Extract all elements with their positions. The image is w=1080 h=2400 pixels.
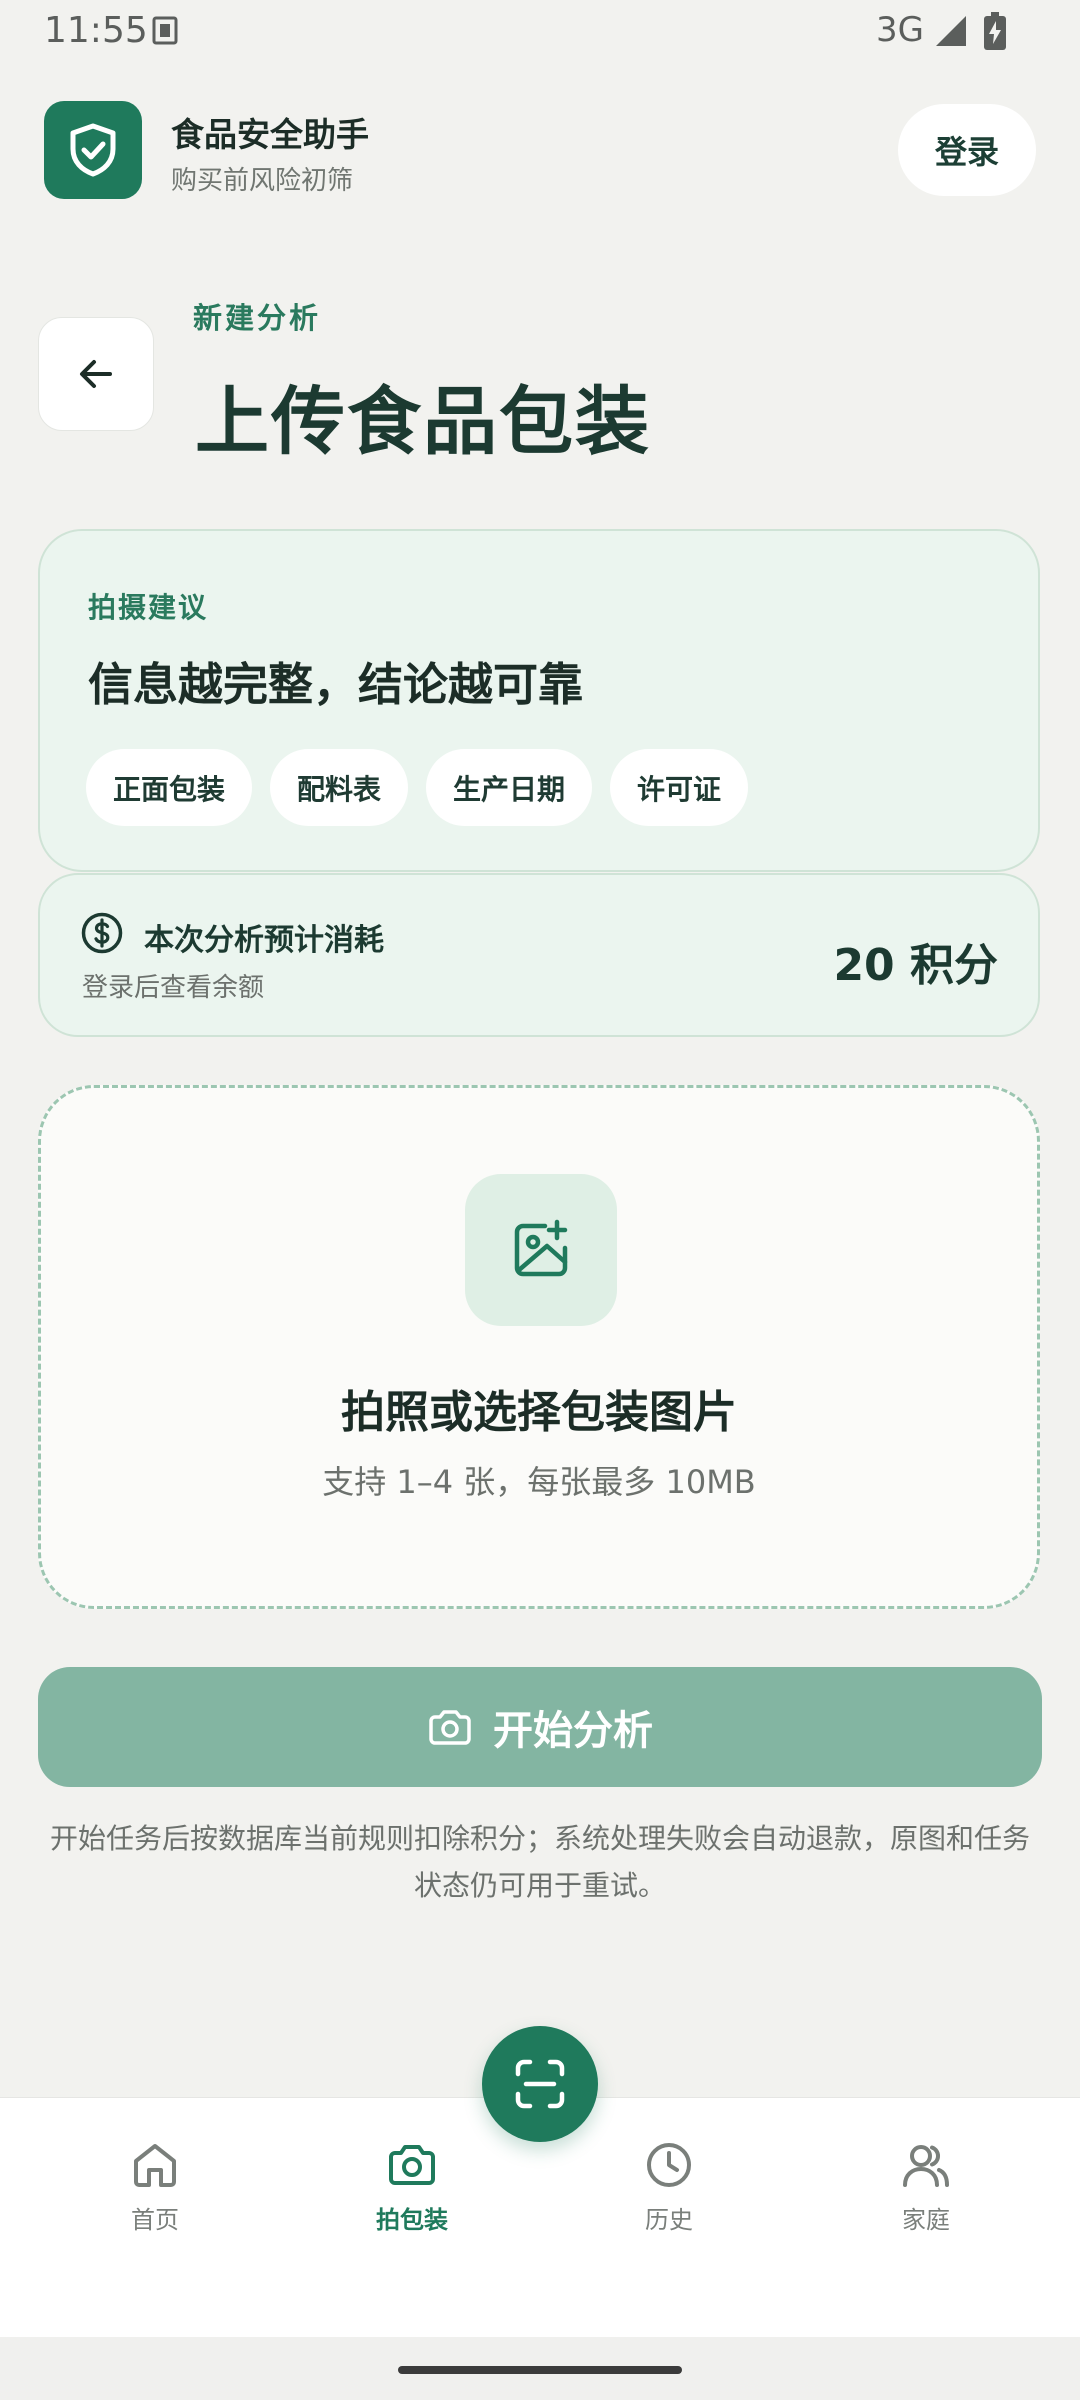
shield-check-icon	[70, 123, 116, 177]
start-analysis-button[interactable]: 开始分析	[38, 1667, 1042, 1787]
nav-item-family[interactable]: 家庭	[826, 2140, 1026, 2235]
camera-icon	[389, 2145, 435, 2185]
app-subtitle: 购买前风险初筛	[171, 166, 354, 196]
nav-item-history[interactable]: 历史	[569, 2140, 769, 2235]
status-bar: 11:55 3G	[0, 0, 1080, 62]
upload-title: 拍照或选择包装图片	[341, 1387, 737, 1438]
upload-dropzone[interactable]: 拍照或选择包装图片 支持 1–4 张，每张最多 10MB	[38, 1085, 1040, 1609]
nav-label-capture: 拍包装	[376, 2206, 448, 2234]
chip-license: 许可证	[610, 749, 749, 826]
page-title: 上传食品包装	[195, 379, 651, 465]
tips-heading: 信息越完整，结论越可靠	[88, 658, 584, 711]
page-eyebrow: 新建分析	[193, 301, 322, 335]
upload-icon-box	[465, 1174, 617, 1326]
back-button[interactable]	[38, 317, 154, 431]
app-logo	[44, 101, 142, 199]
nav-item-home[interactable]: 首页	[55, 2140, 255, 2235]
chip-ingredients: 配料表	[270, 749, 409, 826]
nav-label-history: 历史	[645, 2206, 693, 2234]
disclaimer-text: 开始任务后按数据库当前规则扣除积分；系统处理失败会自动退款，原图和任务状态仍可用…	[49, 1822, 1030, 1902]
cost-label: 本次分析预计消耗	[144, 923, 384, 958]
chip-production-date: 生产日期	[426, 749, 593, 826]
cost-card: 本次分析预计消耗 登录后查看余额 20 积分	[38, 873, 1040, 1037]
home-icon	[134, 2144, 176, 2187]
camera-icon	[429, 1710, 471, 1745]
status-time: 11:55	[44, 10, 148, 51]
home-gesture-bar[interactable]	[398, 2366, 682, 2374]
nav-label-home: 首页	[131, 2206, 179, 2234]
dollar-circle-icon	[81, 912, 123, 954]
arrow-left-icon	[80, 360, 112, 388]
tips-chips: 正面包装 配料表 生产日期 许可证	[86, 749, 749, 826]
signal-icon	[936, 16, 966, 46]
users-icon	[903, 2145, 949, 2187]
network-type: 3G	[876, 10, 924, 50]
nav-label-family: 家庭	[902, 2206, 950, 2234]
battery-charging-icon	[984, 12, 1006, 50]
start-analysis-label: 开始分析	[493, 1708, 653, 1754]
scan-icon	[515, 2059, 565, 2109]
cost-subtext: 登录后查看余额	[82, 973, 265, 1003]
tips-label: 拍摄建议	[88, 591, 209, 624]
app-title: 食品安全助手	[171, 115, 369, 154]
upload-hint: 支持 1–4 张，每张最多 10MB	[322, 1463, 756, 1501]
nav-item-capture[interactable]: 拍包装	[312, 2140, 512, 2235]
clock-icon	[647, 2143, 691, 2187]
tips-card: 拍摄建议 信息越完整，结论越可靠 正面包装 配料表 生产日期 许可证	[38, 529, 1040, 872]
scan-fab-button[interactable]	[482, 2026, 598, 2142]
chip-front-package: 正面包装	[86, 749, 253, 826]
login-button[interactable]: 登录	[898, 104, 1036, 196]
image-plus-icon	[514, 1219, 568, 1277]
cost-amount: 20 积分	[833, 940, 998, 991]
sim-card-icon	[152, 16, 178, 45]
